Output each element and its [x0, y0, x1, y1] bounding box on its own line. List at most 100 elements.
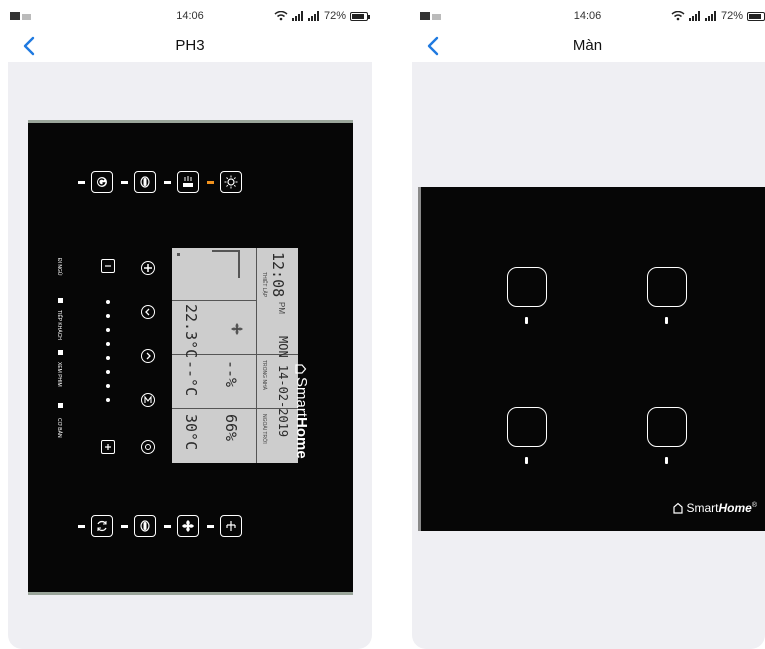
level-dot: [106, 356, 110, 360]
mode-button[interactable]: [177, 171, 199, 193]
wifi-icon: [274, 11, 288, 21]
status-bar: 14:06 72%: [410, 8, 765, 26]
auto-icon: [145, 444, 151, 450]
auto-button[interactable]: [141, 440, 155, 454]
level-dot: [106, 314, 110, 318]
indicator-dash: [78, 524, 85, 528]
level-dot: [106, 300, 110, 304]
level-indicator: [106, 300, 110, 402]
thermostat-panel: ĐI NGỦ TIẾP KHÁCH XEM PHIM CƠ BẢN 12:08 …: [28, 120, 353, 595]
next-button[interactable]: [141, 349, 155, 363]
lcd-indoor-label: TRONG NHÀ: [261, 360, 267, 390]
level-dot: [106, 384, 110, 388]
swing-button-2[interactable]: [134, 515, 156, 537]
lcd-indoor-temp: --°C: [182, 360, 200, 397]
switch-button-4[interactable]: [647, 407, 687, 447]
previous-button[interactable]: [141, 305, 155, 319]
lcd-date: MON 14-02-2019: [276, 336, 290, 438]
light-icon: [224, 175, 238, 189]
battery-percent: 72%: [720, 10, 743, 22]
minus-icon: [105, 265, 111, 267]
lcd-divider: [172, 300, 256, 301]
lcd-bar-segment: [212, 250, 238, 252]
lcd-display: 12:08 PM THIẾT LẬP 22.3°C MON 14-02-2019…: [172, 248, 298, 463]
indicator-dash: [78, 180, 85, 184]
lcd-time: 12:08: [269, 252, 287, 298]
power-button[interactable]: [91, 171, 113, 193]
mode-label-sleep[interactable]: ĐI NGỦ: [56, 258, 62, 276]
lcd-outdoor-temp: 30°C: [182, 414, 200, 451]
level-dot: [106, 328, 110, 332]
switch-indicator: [665, 457, 668, 464]
fan-button[interactable]: [177, 515, 199, 537]
brand-logo: SmartHome®: [672, 501, 757, 515]
lcd-set-temp: 22.3°C: [182, 304, 200, 359]
mode-icon: [183, 176, 193, 187]
page-title: PH3: [175, 37, 205, 54]
mode-label-movie[interactable]: XEM PHIM: [56, 362, 62, 387]
brand-logo-vertical: SmartHome: [293, 363, 310, 459]
plus-icon: [105, 444, 111, 450]
mode-dot: [58, 403, 63, 408]
house-icon: [673, 502, 684, 514]
battery-icon: [350, 11, 370, 21]
house-icon: [295, 364, 307, 374]
indicator-dash: [164, 524, 171, 528]
swing-icon: [140, 176, 150, 188]
signal-icon-2: [307, 11, 319, 21]
switch-indicator: [525, 317, 528, 324]
switch-button-1[interactable]: [507, 267, 547, 307]
lcd-outdoor-humidity: 66%: [222, 414, 240, 442]
mode-dot: [58, 298, 63, 303]
switch-indicator: [525, 457, 528, 464]
fan-speed-button[interactable]: [141, 261, 155, 275]
device-view-area: SmartHome®: [412, 62, 765, 649]
indicator-dash: [164, 180, 171, 184]
nav-bar: PH3: [0, 30, 380, 62]
signal-icon: [688, 11, 700, 21]
chevron-right-icon: [146, 352, 151, 360]
lcd-indoor-humidity: --%: [222, 360, 240, 388]
level-dot: [106, 342, 110, 346]
indicator-dash-active: [207, 180, 214, 184]
refresh-icon: [97, 520, 107, 532]
mode-label-column: ĐI NGỦ TIẾP KHÁCH XEM PHIM CƠ BẢN: [52, 258, 68, 468]
page-title: Màn: [572, 37, 603, 54]
menu-button[interactable]: [141, 393, 155, 407]
mode-label-guest[interactable]: TIẾP KHÁCH: [56, 310, 62, 340]
bottom-button-row: [78, 515, 242, 537]
fan-icon: [182, 520, 194, 532]
fan-plus-icon: [144, 264, 152, 272]
vent-button[interactable]: [220, 515, 242, 537]
wifi-icon: [671, 11, 685, 21]
level-dot: [106, 370, 110, 374]
lcd-bar-segment: [177, 253, 180, 256]
brand-bold: Home: [293, 417, 310, 459]
plus-button[interactable]: [101, 440, 115, 454]
indicator-dash: [207, 524, 214, 528]
lcd-bar-segment: [238, 250, 240, 278]
brand-light: Smart: [686, 501, 719, 515]
lcd-setup-label: THIẾT LẬP: [261, 272, 267, 298]
swing-icon: [140, 520, 150, 532]
status-bar: 14:06 72%: [0, 8, 380, 26]
registered-mark: ®: [751, 502, 757, 509]
switch-indicator: [665, 317, 668, 324]
refresh-button[interactable]: [91, 515, 113, 537]
brand-bold: Home: [718, 501, 752, 515]
mode-label-basic[interactable]: CƠ BẢN: [56, 418, 62, 438]
top-button-row: [78, 171, 242, 193]
battery-level: [749, 13, 761, 19]
minus-button[interactable]: [101, 259, 115, 273]
switch-button-3[interactable]: [507, 407, 547, 447]
phone-screen-man: 14:06 72% Màn SmartHome®: [410, 0, 765, 649]
level-dot: [106, 398, 110, 402]
light-button[interactable]: [220, 171, 242, 193]
chevron-left-icon: [145, 308, 150, 316]
power-icon: [97, 177, 107, 187]
curtain-switch-panel: SmartHome®: [418, 187, 765, 531]
indicator-dash: [121, 524, 128, 528]
lcd-divider: [256, 248, 257, 463]
switch-button-2[interactable]: [647, 267, 687, 307]
swing-button[interactable]: [134, 171, 156, 193]
